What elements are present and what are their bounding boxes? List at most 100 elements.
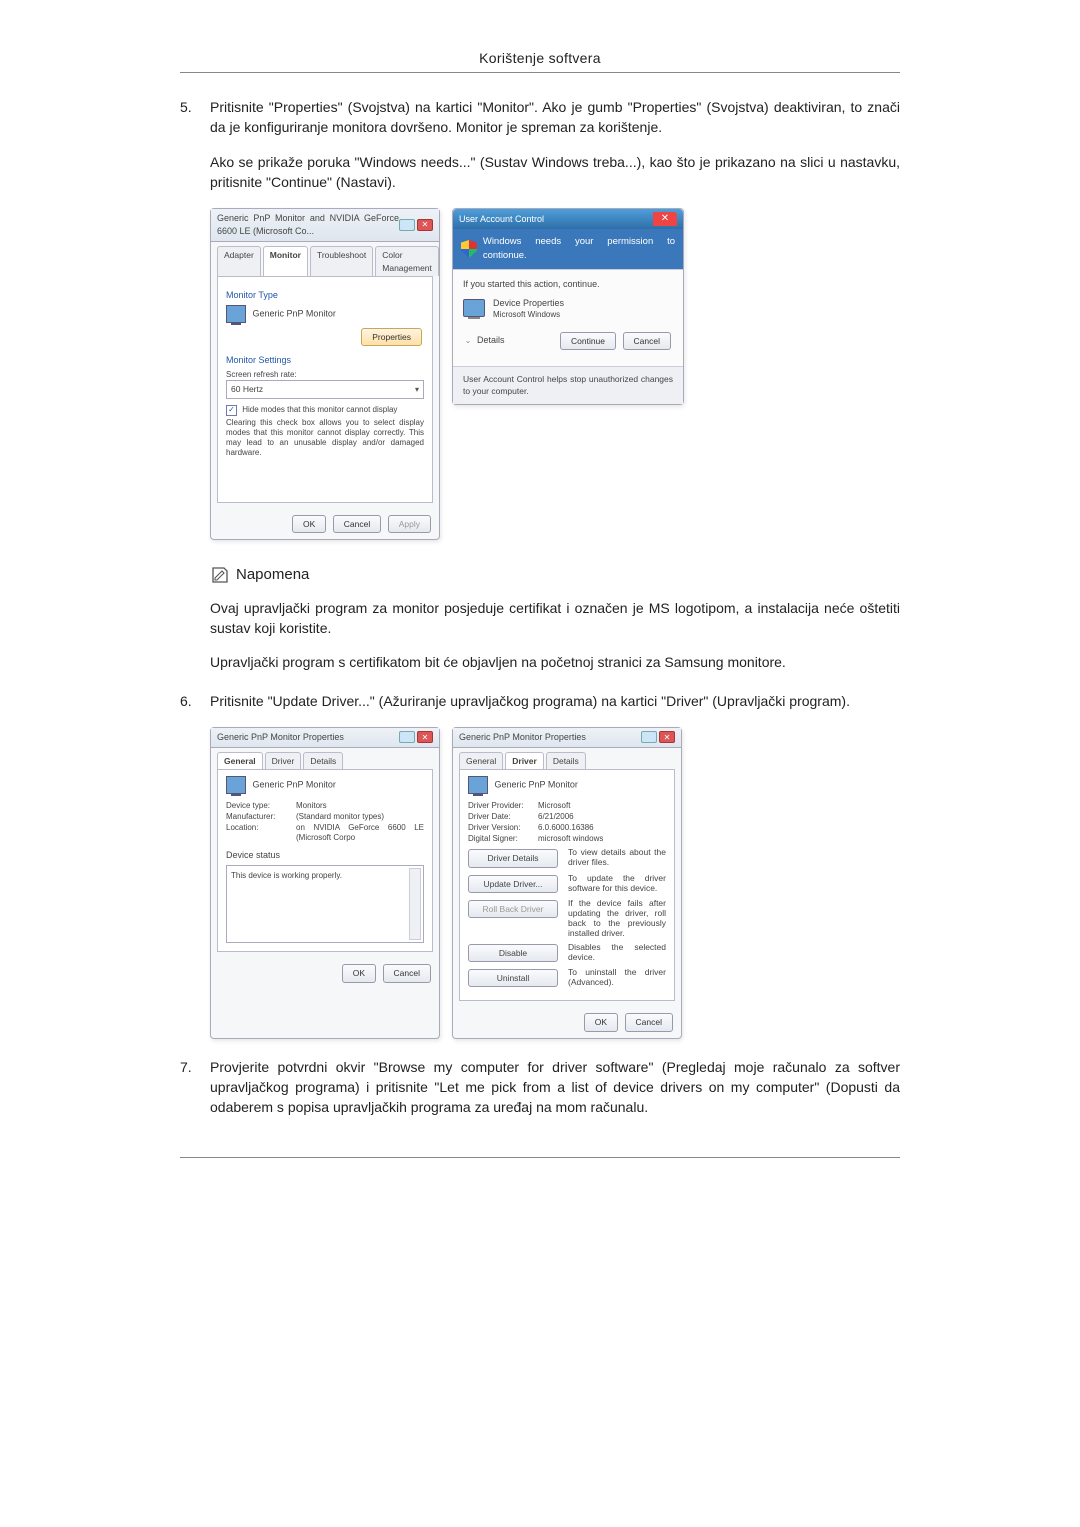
minimize-icon[interactable]: [399, 219, 415, 231]
ok-button[interactable]: OK: [342, 964, 376, 982]
monitor-properties-window: Generic PnP Monitor and NVIDIA GeForce 6…: [210, 208, 440, 540]
apply-button[interactable]: Apply: [388, 515, 431, 533]
tab-driver[interactable]: Driver: [265, 752, 302, 769]
device-status-label: Device status: [226, 849, 424, 862]
device-icon: [463, 299, 485, 317]
window-buttons: ✕: [399, 219, 433, 231]
page-title: Korištenje softvera: [479, 50, 601, 66]
hide-modes-desc: Clearing this check box allows you to se…: [226, 418, 424, 458]
device-name-row: Generic PnP Monitor: [226, 776, 424, 794]
manufacturer-label: Manufacturer:: [226, 812, 296, 822]
monitor-window-title: Generic PnP Monitor and NVIDIA GeForce 6…: [217, 212, 399, 238]
content: 5. Pritisnite "Properties" (Svojstva) na…: [180, 97, 900, 1117]
driver-details-button[interactable]: Driver Details: [468, 849, 558, 867]
tab-color-management[interactable]: Color Management: [375, 246, 439, 276]
ok-button[interactable]: OK: [292, 515, 326, 533]
hide-modes-checkbox[interactable]: ✓: [226, 405, 237, 416]
close-icon[interactable]: ✕: [653, 212, 677, 226]
screenshots-row-2: Generic PnP Monitor Properties ✕ General…: [210, 727, 900, 1039]
properties-general-titlebar: Generic PnP Monitor Properties ✕: [211, 728, 439, 748]
spacer: [226, 458, 424, 494]
driver-provider-value: Microsoft: [538, 801, 666, 811]
general-button-row: OK Cancel: [211, 958, 439, 988]
driver-date-label: Driver Date:: [468, 812, 538, 822]
chevron-down-icon[interactable]: ⌄: [463, 335, 473, 347]
window-buttons: ✕: [399, 731, 433, 743]
note-p1: Ovaj upravljački program za monitor posj…: [210, 598, 900, 639]
monitor-type-row: Generic PnP Monitor: [226, 305, 424, 323]
monitor-button-row: OK Cancel Apply: [211, 509, 439, 539]
disable-desc: Disables the selected device.: [568, 942, 666, 962]
footer-rule: [180, 1157, 900, 1158]
update-driver-button[interactable]: Update Driver...: [468, 875, 558, 893]
tab-adapter[interactable]: Adapter: [217, 246, 261, 276]
tab-troubleshoot[interactable]: Troubleshoot: [310, 246, 373, 276]
uac-details-link[interactable]: Details: [477, 334, 505, 347]
tab-details[interactable]: Details: [303, 752, 343, 769]
device-name: Generic PnP Monitor: [253, 780, 336, 790]
cancel-button[interactable]: Cancel: [625, 1013, 673, 1031]
cancel-button[interactable]: Cancel: [383, 964, 431, 982]
close-icon[interactable]: ✕: [417, 219, 433, 231]
tab-general[interactable]: General: [217, 752, 263, 769]
monitor-icon: [226, 776, 246, 794]
driver-panel: Generic PnP Monitor Driver Provider:Micr…: [459, 769, 675, 1001]
properties-driver-window: Generic PnP Monitor Properties ✕ General…: [452, 727, 682, 1039]
device-type-value: Monitors: [296, 801, 424, 811]
page-header: Korištenje softvera: [180, 50, 900, 66]
step-5-text: Pritisnite "Properties" (Svojstva) na ka…: [210, 97, 900, 138]
properties-general-window: Generic PnP Monitor Properties ✕ General…: [210, 727, 440, 1039]
cancel-button[interactable]: Cancel: [623, 332, 671, 350]
rollback-button[interactable]: Roll Back Driver: [468, 900, 558, 918]
uac-banner-text: Windows needs your permission to contion…: [483, 235, 675, 263]
device-status-box: This device is working properly.: [226, 865, 424, 943]
driver-date-value: 6/21/2006: [538, 812, 666, 822]
note-body: Ovaj upravljački program za monitor posj…: [210, 598, 900, 673]
minimize-icon[interactable]: [399, 731, 415, 743]
monitor-icon: [226, 305, 246, 323]
driver-provider-label: Driver Provider:: [468, 801, 538, 811]
continue-button[interactable]: Continue: [560, 332, 616, 350]
note-p2: Upravljački program s certifikatom bit ć…: [210, 652, 900, 672]
header-rule: [180, 72, 900, 73]
uac-title: User Account Control: [459, 213, 544, 226]
uac-footer: User Account Control helps stop unauthor…: [453, 366, 683, 404]
close-icon[interactable]: ✕: [659, 731, 675, 743]
close-icon[interactable]: ✕: [417, 731, 433, 743]
digital-signer-value: microsoft windows: [538, 834, 666, 844]
step-6-number: 6.: [180, 691, 210, 711]
tab-general[interactable]: General: [459, 752, 503, 769]
refresh-rate-value: 60 Hertz: [231, 383, 263, 395]
refresh-rate-select[interactable]: 60 Hertz ▾: [226, 380, 424, 398]
tab-details[interactable]: Details: [546, 752, 586, 769]
uac-action-row: ⌄ Details Continue Cancel: [463, 330, 673, 352]
device-type-label: Device type:: [226, 801, 296, 811]
uac-titlebar: User Account Control ✕: [453, 209, 683, 229]
ok-button[interactable]: OK: [584, 1013, 618, 1031]
uac-window: User Account Control ✕ Windows needs you…: [452, 208, 684, 405]
cancel-button[interactable]: Cancel: [333, 515, 381, 533]
note-icon: [210, 565, 230, 585]
properties-button[interactable]: Properties: [361, 328, 422, 346]
device-name-row: Generic PnP Monitor: [468, 776, 666, 794]
monitor-panel: Monitor Type Generic PnP Monitor Propert…: [217, 276, 433, 503]
uac-program: Device Properties: [493, 297, 564, 310]
scrollbar[interactable]: [409, 868, 421, 940]
step-7-text: Provjerite potvrdni okvir "Browse my com…: [210, 1057, 900, 1118]
tab-driver[interactable]: Driver: [505, 752, 544, 769]
properties-driver-titlebar: Generic PnP Monitor Properties ✕: [453, 728, 681, 748]
properties-general-title: Generic PnP Monitor Properties: [217, 731, 344, 744]
properties-driver-title: Generic PnP Monitor Properties: [459, 731, 586, 744]
device-status-text: This device is working properly.: [231, 871, 342, 880]
uac-body: If you started this action, continue. De…: [453, 269, 683, 366]
minimize-icon[interactable]: [641, 731, 657, 743]
tab-monitor[interactable]: Monitor: [263, 246, 308, 276]
refresh-rate-label: Screen refresh rate:: [226, 370, 424, 380]
driver-tabs: General Driver Details: [453, 748, 681, 769]
disable-button[interactable]: Disable: [468, 944, 558, 962]
step-5: 5. Pritisnite "Properties" (Svojstva) na…: [180, 97, 900, 192]
update-driver-desc: To update the driver software for this d…: [568, 873, 666, 893]
uac-banner: Windows needs your permission to contion…: [453, 229, 683, 269]
monitor-icon: [468, 776, 488, 794]
uninstall-button[interactable]: Uninstall: [468, 969, 558, 987]
